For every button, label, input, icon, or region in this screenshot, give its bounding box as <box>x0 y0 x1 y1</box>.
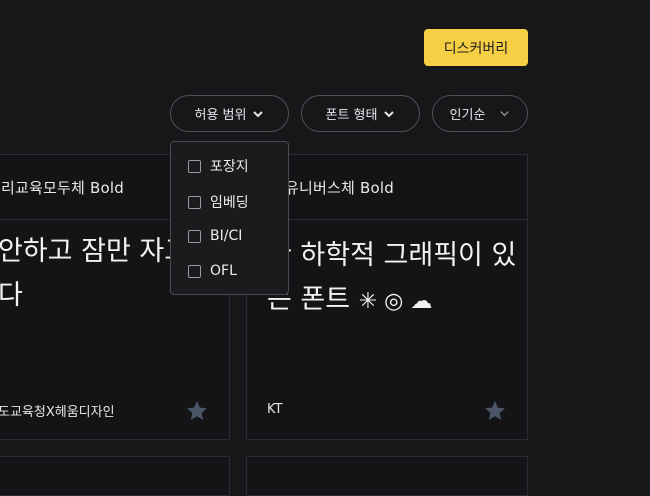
checkbox[interactable] <box>188 195 201 209</box>
checkbox[interactable] <box>188 229 201 243</box>
font-name: 유니버스체 Bold <box>285 178 394 197</box>
font-name: 리교육모두체 Bold <box>1 178 124 197</box>
license-option[interactable]: 임베딩 <box>188 192 249 212</box>
font-type-filter-button[interactable]: 폰트 형태 <box>301 95 420 132</box>
font-card[interactable] <box>246 456 528 496</box>
star-icon[interactable] <box>185 399 209 423</box>
font-preview-text: 한 하학적 그래픽이 있 는 폰트 ✳ ◎ ☁ <box>267 234 516 324</box>
chevron-down-icon <box>384 110 395 117</box>
license-option[interactable]: BI/CI <box>188 228 242 244</box>
option-label: 임베딩 <box>210 195 249 211</box>
license-option[interactable]: 포장지 <box>188 156 249 176</box>
license-filter-label: 허용 범위 <box>194 108 247 123</box>
font-card[interactable] <box>0 456 230 496</box>
option-label: BI/CI <box>210 228 243 244</box>
discover-button[interactable]: 디스커버리 <box>424 29 528 66</box>
sort-select[interactable]: 인기순 <box>432 95 528 132</box>
preview-line: 한 하학적 그래픽이 있 <box>267 240 517 271</box>
font-author: KT <box>267 402 283 417</box>
option-label: 포장지 <box>210 159 249 175</box>
chevron-down-icon <box>500 111 510 117</box>
preview-line: 안하고 잠만 자고 <box>0 236 190 267</box>
preview-line: 다 <box>0 280 23 311</box>
font-type-filter-label: 폰트 형태 <box>325 108 378 123</box>
checkbox[interactable] <box>188 159 201 173</box>
preview-symbols: ✳ ◎ ☁ <box>358 289 433 314</box>
font-preview-text: 안하고 잠만 자고 다 <box>0 230 189 318</box>
font-author: 도교육청X헤움디자인 <box>0 405 115 420</box>
preview-line: 는 폰트 ✳ ◎ ☁ <box>267 278 516 324</box>
option-label: OFL <box>210 263 237 279</box>
checkbox[interactable] <box>188 264 201 278</box>
font-card-header: 유니버스체 Bold <box>247 155 527 220</box>
license-filter-button[interactable]: 허용 범위 <box>170 95 289 132</box>
chevron-down-icon <box>253 110 264 117</box>
star-icon[interactable] <box>483 399 507 423</box>
sort-label: 인기순 <box>449 108 486 123</box>
license-option[interactable]: OFL <box>188 263 237 279</box>
license-dropdown-menu: 포장지 임베딩 BI/CI OFL <box>170 141 289 295</box>
